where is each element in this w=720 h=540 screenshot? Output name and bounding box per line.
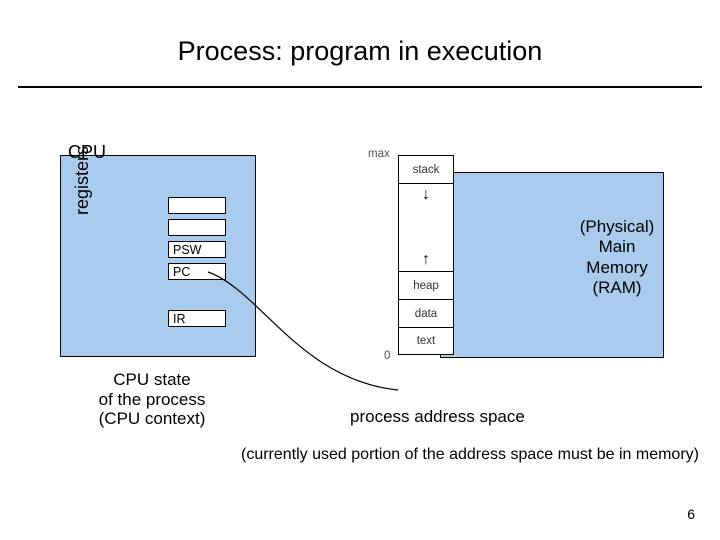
segment-gap: ↓ ↑ — [398, 183, 454, 271]
page-number: 6 — [687, 506, 695, 522]
address-space-caption: process address space — [350, 407, 525, 427]
heap-grow-arrow-icon: ↑ — [422, 251, 430, 269]
addr-max-label: max — [368, 148, 390, 160]
slide-title: Process: program in execution — [0, 36, 720, 67]
address-space-column: stack ↓ ↑ heap data text — [398, 155, 454, 355]
register-psw: PSW — [168, 241, 226, 258]
registers-label: registers — [72, 146, 93, 215]
register-slot — [168, 219, 226, 236]
segment-data: data — [398, 299, 454, 327]
stack-grow-arrow-icon: ↓ — [422, 186, 430, 204]
memory-note: (currently used portion of the address s… — [0, 445, 720, 464]
memory-label: (Physical) Main Memory (RAM) — [572, 217, 662, 299]
psw-label: PSW — [169, 242, 201, 259]
ir-label: IR — [169, 311, 186, 328]
register-ir: IR — [168, 310, 226, 327]
segment-stack: stack — [398, 155, 454, 183]
register-pc: PC — [168, 263, 226, 280]
segment-text: text — [398, 327, 454, 355]
pc-label: PC — [169, 264, 190, 281]
segment-heap: heap — [398, 271, 454, 299]
cpu-state-caption: CPU state of the process (CPU context) — [72, 370, 232, 429]
title-divider — [18, 86, 702, 88]
register-slot — [168, 197, 226, 214]
addr-zero-label: 0 — [384, 350, 390, 362]
